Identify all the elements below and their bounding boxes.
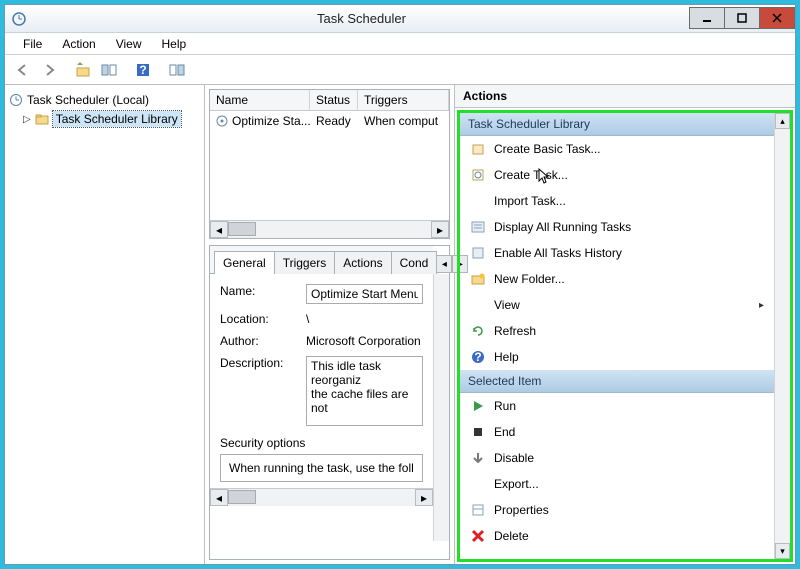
menu-action[interactable]: Action <box>52 34 105 54</box>
scroll-right-icon[interactable]: ▸ <box>415 489 433 506</box>
app-icon <box>11 11 27 27</box>
menu-view[interactable]: View <box>106 34 152 54</box>
scroll-left-icon[interactable]: ◂ <box>210 489 228 506</box>
tab-actions[interactable]: Actions <box>334 251 391 274</box>
col-status[interactable]: Status <box>310 90 358 110</box>
show-hide-action-pane-button[interactable] <box>165 58 189 82</box>
play-icon <box>470 398 486 414</box>
grid-header: Name Status Triggers <box>210 90 449 111</box>
toolbar: ? <box>5 55 795 85</box>
menu-help[interactable]: Help <box>152 34 197 54</box>
name-field[interactable] <box>306 284 423 304</box>
history-icon <box>470 245 486 261</box>
security-box: When running the task, use the foll <box>220 454 423 482</box>
details-hscroll[interactable]: ◂ ▸ <box>210 488 433 506</box>
stop-icon <box>470 424 486 440</box>
help[interactable]: ?Help <box>460 344 774 370</box>
back-button[interactable] <box>11 58 35 82</box>
wizard-icon <box>470 141 486 157</box>
refresh-icon <box>470 323 486 339</box>
list-icon <box>470 219 486 235</box>
tab-triggers[interactable]: Triggers <box>274 251 336 274</box>
clock-icon <box>9 93 23 107</box>
window-title: Task Scheduler <box>33 11 690 26</box>
tree-library[interactable]: ▷ Task Scheduler Library <box>9 109 200 129</box>
actions-selected-header[interactable]: Selected Item ▴ <box>460 370 790 393</box>
import-task[interactable]: Import Task... <box>460 188 774 214</box>
run[interactable]: Run <box>460 393 774 419</box>
end[interactable]: End <box>460 419 774 445</box>
table-row[interactable]: Optimize Sta... Ready When comput <box>210 111 449 131</box>
task-icon <box>470 167 486 183</box>
center-pane: Name Status Triggers Optimize Sta... Rea… <box>205 85 455 564</box>
task-grid: Name Status Triggers Optimize Sta... Rea… <box>209 89 450 239</box>
chevron-right-icon: ▸ <box>759 300 764 311</box>
tab-scroll-left[interactable]: ◂ <box>436 255 452 273</box>
tab-conditions[interactable]: Cond <box>391 251 438 274</box>
export[interactable]: Export... <box>460 471 774 497</box>
scroll-left-icon[interactable]: ◂ <box>210 221 228 238</box>
new-folder-icon <box>470 271 486 287</box>
actions-vscroll[interactable]: ▴ ▾ <box>774 113 790 559</box>
task-scheduler-window: Task Scheduler File Action View Help ? T… <box>4 4 796 565</box>
help-icon: ? <box>470 349 486 365</box>
svg-text:?: ? <box>474 350 481 364</box>
col-triggers[interactable]: Triggers <box>358 90 449 110</box>
tree-root[interactable]: Task Scheduler (Local) <box>9 91 200 109</box>
delete[interactable]: Delete <box>460 523 774 549</box>
refresh[interactable]: Refresh <box>460 318 774 344</box>
tabs: General Triggers Actions Cond ◂ ▸ <box>210 246 433 274</box>
description-label: Description: <box>220 356 300 426</box>
tree-pane: Task Scheduler (Local) ▷ Task Scheduler … <box>5 85 205 564</box>
scroll-down-icon[interactable]: ▾ <box>775 543 790 559</box>
name-label: Name: <box>220 284 300 304</box>
actions-pane: Actions Task Scheduler Library ▴ Create … <box>455 85 795 564</box>
titlebar: Task Scheduler <box>5 5 795 33</box>
col-name[interactable]: Name <box>210 90 310 110</box>
tab-general[interactable]: General <box>214 251 275 274</box>
description-field[interactable]: This idle task reorganiz the cache files… <box>306 356 423 426</box>
folder-icon <box>35 112 49 126</box>
disable[interactable]: Disable <box>460 445 774 471</box>
create-task[interactable]: Create Task... <box>460 162 774 188</box>
security-options-heading: Security options <box>220 436 423 450</box>
properties-icon <box>470 502 486 518</box>
delete-icon <box>470 528 486 544</box>
cursor-icon <box>538 168 552 186</box>
show-hide-console-button[interactable] <box>97 58 121 82</box>
forward-button[interactable] <box>37 58 61 82</box>
enable-history[interactable]: Enable All Tasks History <box>460 240 774 266</box>
minimize-button[interactable] <box>689 7 725 29</box>
display-running-tasks[interactable]: Display All Running Tasks <box>460 214 774 240</box>
grid-hscroll[interactable]: ◂ ▸ <box>210 220 449 238</box>
svg-text:?: ? <box>139 63 146 77</box>
location-value: \ <box>306 312 423 326</box>
author-value: Microsoft Corporation <box>306 334 423 348</box>
task-details: General Triggers Actions Cond ◂ ▸ Name: … <box>209 245 450 560</box>
actions-pane-title: Actions <box>455 85 795 108</box>
actions-library-header[interactable]: Task Scheduler Library ▴ <box>460 113 790 136</box>
menu-file[interactable]: File <box>13 34 52 54</box>
new-folder[interactable]: New Folder... <box>460 266 774 292</box>
disable-icon <box>470 450 486 466</box>
gear-icon <box>216 115 228 127</box>
location-label: Location: <box>220 312 300 326</box>
close-button[interactable] <box>759 7 795 29</box>
help-toolbar-button[interactable]: ? <box>131 58 155 82</box>
maximize-button[interactable] <box>724 7 760 29</box>
up-button[interactable] <box>71 58 95 82</box>
create-basic-task[interactable]: Create Basic Task... <box>460 136 774 162</box>
scroll-up-icon[interactable]: ▴ <box>775 113 790 129</box>
author-label: Author: <box>220 334 300 348</box>
scroll-right-icon[interactable]: ▸ <box>431 221 449 238</box>
properties[interactable]: Properties <box>460 497 774 523</box>
menubar: File Action View Help <box>5 33 795 55</box>
expand-icon[interactable]: ▷ <box>23 114 31 125</box>
view-submenu[interactable]: View▸ <box>460 292 774 318</box>
details-vscroll[interactable] <box>433 274 449 541</box>
